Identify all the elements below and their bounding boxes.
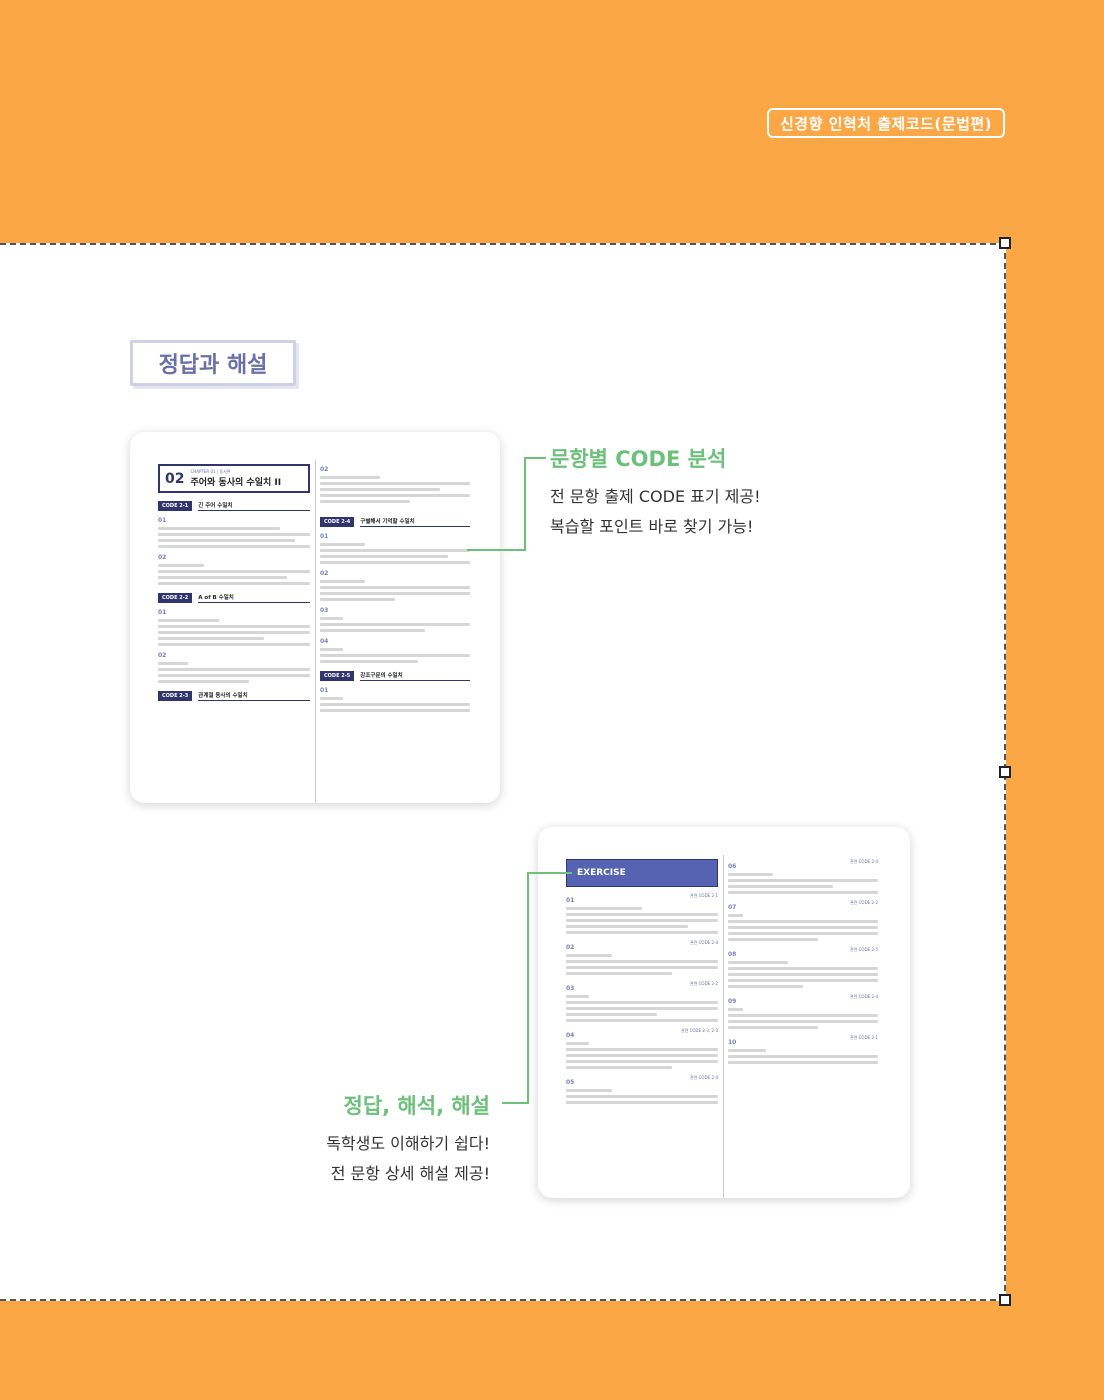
bottom-band — [0, 1301, 1104, 1400]
column-divider — [315, 460, 316, 803]
callout2-line1: 독학생도 이해하기 쉽다! — [326, 1134, 490, 1153]
code-header: CODE 2-2 A of B 수일치 — [158, 593, 310, 603]
code-title: 구별해서 기억할 수일치 — [360, 517, 470, 527]
callout1-line1: 전 문항 출제 CODE 표기 제공! — [550, 487, 761, 506]
code-title: 관계절 동사의 수일치 — [198, 691, 310, 701]
book-title-badge: 신경향 인혁처 출제코드(문법편) — [767, 108, 1005, 138]
callout1-connector — [524, 457, 546, 459]
item-number: 04 — [320, 638, 329, 645]
chapter-number: 02 — [165, 470, 185, 487]
code-tag: CODE 2-1 — [158, 501, 193, 511]
chapter-box: 02 CHAPTER 01 | 동사편 주어와 동사의 수일치 II — [158, 464, 310, 493]
callout2-text: 독학생도 이해하기 쉽다! 전 문항 상세 해설 제공! — [260, 1129, 490, 1189]
callout2-line2: 전 문항 상세 해설 제공! — [330, 1164, 490, 1183]
thumb1-right-column: 02 CODE 2-4 구별해서 기억할 수일치 01 02 03 04 COD… — [320, 458, 470, 715]
code-title: 긴 주어 수일치 — [198, 501, 310, 511]
callout2-connector — [502, 1102, 529, 1104]
code-tag: CODE 2-3 — [158, 691, 193, 701]
thumb1-left-column: 02 CHAPTER 01 | 동사편 주어와 동사의 수일치 II CODE … — [158, 432, 310, 701]
code-tag: CODE 2-5 — [320, 671, 355, 681]
callout1-connector — [467, 549, 526, 551]
chapter-title: 주어와 동사의 수일치 II — [190, 478, 282, 488]
code-title: A of B 수일치 — [198, 593, 310, 603]
resize-handle-top-right[interactable] — [999, 237, 1011, 249]
item-number: 02 — [320, 570, 329, 577]
answer-page-thumbnail: 02 CHAPTER 01 | 동사편 주어와 동사의 수일치 II CODE … — [130, 432, 500, 803]
resize-handle-bottom-right[interactable] — [999, 1294, 1011, 1306]
callout2-connector — [527, 872, 572, 874]
exercise-header: EXERCISE — [566, 859, 718, 887]
item-number: 02 — [320, 466, 329, 473]
resize-handle-middle-right[interactable] — [999, 766, 1011, 778]
thumb2-left-column: EXERCISE 관련 CODE 2-1 01 관련 CODE 2-4 02 관… — [566, 827, 718, 1107]
item-number: 01 — [158, 517, 167, 524]
item-number: 02 — [158, 554, 167, 561]
code-tag: CODE 2-4 — [320, 517, 355, 527]
code-tag: CODE 2-2 — [158, 593, 193, 603]
item-number: 01 — [158, 609, 167, 616]
item-number: 01 — [320, 687, 329, 694]
callout2-connector — [527, 872, 529, 1104]
section-title: 정답과 해설 — [130, 340, 296, 386]
code-header: CODE 2-3 관계절 동사의 수일치 — [158, 691, 310, 701]
code-header: CODE 2-4 구별해서 기억할 수일치 — [320, 517, 470, 527]
item-number: 01 — [320, 533, 329, 540]
thumb2-right-column: 관련 CODE 2-4 06 관련 CODE 2-2 07 관련 CODE 2-… — [728, 853, 878, 1067]
item-number: 03 — [320, 607, 329, 614]
callout1-connector — [524, 457, 526, 550]
callout2-title: 정답, 해석, 해설 — [343, 1094, 491, 1118]
code-header: CODE 2-1 긴 주어 수일치 — [158, 501, 310, 511]
code-title: 강조구문의 수일치 — [360, 671, 470, 681]
callout1-title: 문항별 CODE 분석 — [550, 447, 727, 471]
callout1-line2: 복습할 포인트 바로 찾기 가능! — [550, 517, 754, 536]
code-header: CODE 2-5 강조구문의 수일치 — [320, 671, 470, 681]
callout1-text: 전 문항 출제 CODE 표기 제공! 복습할 포인트 바로 찾기 가능! — [550, 482, 761, 542]
column-divider — [723, 855, 724, 1198]
exercise-answer-thumbnail: EXERCISE 관련 CODE 2-1 01 관련 CODE 2-4 02 관… — [538, 827, 910, 1198]
item-number: 02 — [158, 652, 167, 659]
